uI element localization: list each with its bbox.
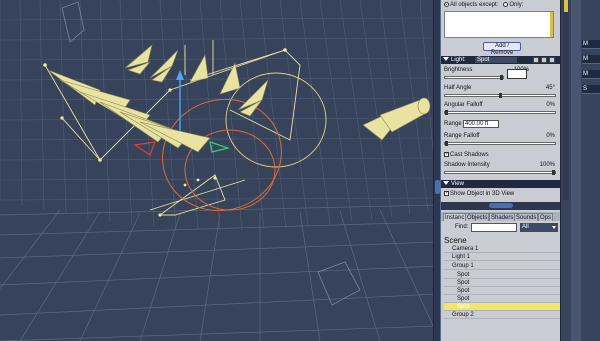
brightness-slider[interactable] <box>444 75 504 80</box>
brightness-knob[interactable] <box>500 75 503 80</box>
tab-sounds[interactable]: Sounds <box>514 213 539 221</box>
view-header-label: View <box>451 181 464 187</box>
angular-falloff-knob[interactable] <box>445 110 448 115</box>
filter-value: All <box>522 224 529 230</box>
right-scrollbar-thumb[interactable] <box>564 0 568 12</box>
tab-objects[interactable]: Objects <box>465 213 490 221</box>
right-header-1[interactable]: M <box>582 40 600 49</box>
find-input[interactable] <box>471 223 517 232</box>
tree-item-spot[interactable]: Spot <box>444 271 560 279</box>
range-falloff-value: 0% <box>546 133 555 139</box>
range-falloff-label: Range Falloff <box>444 133 480 139</box>
panel-splitter-grip[interactable] <box>489 203 513 208</box>
exclusion-list[interactable] <box>444 11 554 38</box>
show-object-row[interactable]: ✓Show Object in 3D View <box>444 191 514 197</box>
light-type-value: Spot <box>477 57 490 63</box>
collapse-triangle-icon[interactable] <box>443 57 449 62</box>
all-objects-except-label: All objects except: <box>450 2 499 9</box>
light-bulb-icon[interactable] <box>541 57 547 63</box>
show-object-checkbox[interactable]: ✓ <box>444 191 449 196</box>
divider-grip[interactable] <box>435 180 440 194</box>
cast-shadows-label: Cast Shadows <box>450 152 489 159</box>
view-section-header[interactable]: View <box>441 180 560 188</box>
angular-falloff-label: Angular Falloff <box>444 102 483 108</box>
cast-shadows-row[interactable]: ✓Cast Shadows <box>444 152 489 158</box>
panel-splitter[interactable] <box>441 202 560 210</box>
filter-dropdown[interactable]: All <box>520 223 558 232</box>
light-header-label: Light: <box>451 57 466 63</box>
add-remove-button[interactable]: Add / Remove <box>483 42 521 56</box>
floor-grid <box>0 204 438 341</box>
tree-item-spot-selected[interactable]: Spot <box>444 303 560 311</box>
angular-falloff-slider[interactable] <box>444 110 556 115</box>
show-object-label: Show Object in 3D View <box>450 191 515 198</box>
spotlight-cones[interactable] <box>47 44 269 153</box>
light-properties-panel: All objects except: Only: Add / Remove L… <box>441 0 560 207</box>
right-column <box>571 0 581 341</box>
tree-item-group-2[interactable]: Group 2 <box>444 311 560 319</box>
right-scrollbar[interactable] <box>563 0 569 200</box>
find-label: Find: <box>455 224 469 230</box>
half-angle-value: 45° <box>545 85 555 91</box>
only-label: Only: <box>509 2 524 9</box>
light-sun-icon[interactable] <box>533 57 539 63</box>
half-angle-slider[interactable] <box>444 93 556 98</box>
cast-shadows-checkbox[interactable]: ✓ <box>444 152 449 157</box>
shadow-intensity-label: Shadow Intensity <box>444 162 490 168</box>
exclusion-options: All objects except: Only: <box>444 2 523 8</box>
view-collapse-triangle-icon[interactable] <box>443 181 449 186</box>
shadow-intensity-slider[interactable] <box>444 170 556 175</box>
tree-tabs: Instanc Objects Shaders Sounds Ops <box>441 212 560 221</box>
exclusion-list-scrollbar[interactable] <box>550 12 553 37</box>
directional-light-arrow[interactable] <box>362 97 431 141</box>
right-header-4[interactable]: S <box>582 85 600 94</box>
light-section-header[interactable]: Light: Spot <box>441 56 560 64</box>
brightness-label: Brightness <box>444 67 473 73</box>
tab-ops[interactable]: Ops <box>538 213 554 221</box>
light-type-select[interactable]: Spot <box>475 57 517 63</box>
light-color-swatch[interactable] <box>507 69 527 79</box>
range-falloff-slider[interactable] <box>444 141 556 146</box>
back-wall-grid <box>0 0 438 231</box>
right-header-3[interactable]: M <box>582 70 600 79</box>
range-falloff-knob[interactable] <box>445 141 448 146</box>
only-radio[interactable] <box>503 2 509 7</box>
light-range-rings <box>162 98 282 212</box>
tab-instances[interactable]: Instanc <box>443 213 467 221</box>
viewport-scene[interactable] <box>0 0 438 341</box>
scene-title: Scene <box>444 236 467 245</box>
right-side-strip: M M M S <box>560 0 600 341</box>
chevron-down-icon <box>552 226 556 229</box>
tree-item-camera-1[interactable]: Camera 1 <box>444 245 560 253</box>
angular-falloff-value: 0% <box>546 102 555 108</box>
light-spot-icon[interactable] <box>549 57 555 63</box>
shadow-intensity-value: 100% <box>539 162 555 168</box>
tree-item-spot[interactable]: Spot <box>444 287 560 295</box>
all-objects-except-radio[interactable] <box>444 2 449 7</box>
tree-item-light-1[interactable]: Light 1 <box>444 253 560 261</box>
tab-shaders[interactable]: Shaders <box>489 213 516 221</box>
shadow-intensity-knob[interactable] <box>552 170 555 175</box>
panel-divider[interactable] <box>433 0 441 341</box>
tree-item-group-1[interactable]: Group 1 <box>444 262 560 270</box>
right-header-2[interactable]: M <box>582 55 600 64</box>
half-angle-label: Half Angle <box>444 85 472 91</box>
range-label: Range <box>444 121 462 127</box>
tree-item-spot[interactable]: Spot <box>444 295 560 303</box>
half-angle-knob[interactable] <box>498 93 502 98</box>
scene-tree-panel: Instanc Objects Shaders Sounds Ops Find:… <box>441 210 560 341</box>
range-input[interactable]: 400.00 ft <box>463 120 499 128</box>
tree-item-spot[interactable]: Spot <box>444 279 560 287</box>
3d-viewport[interactable] <box>0 0 438 341</box>
